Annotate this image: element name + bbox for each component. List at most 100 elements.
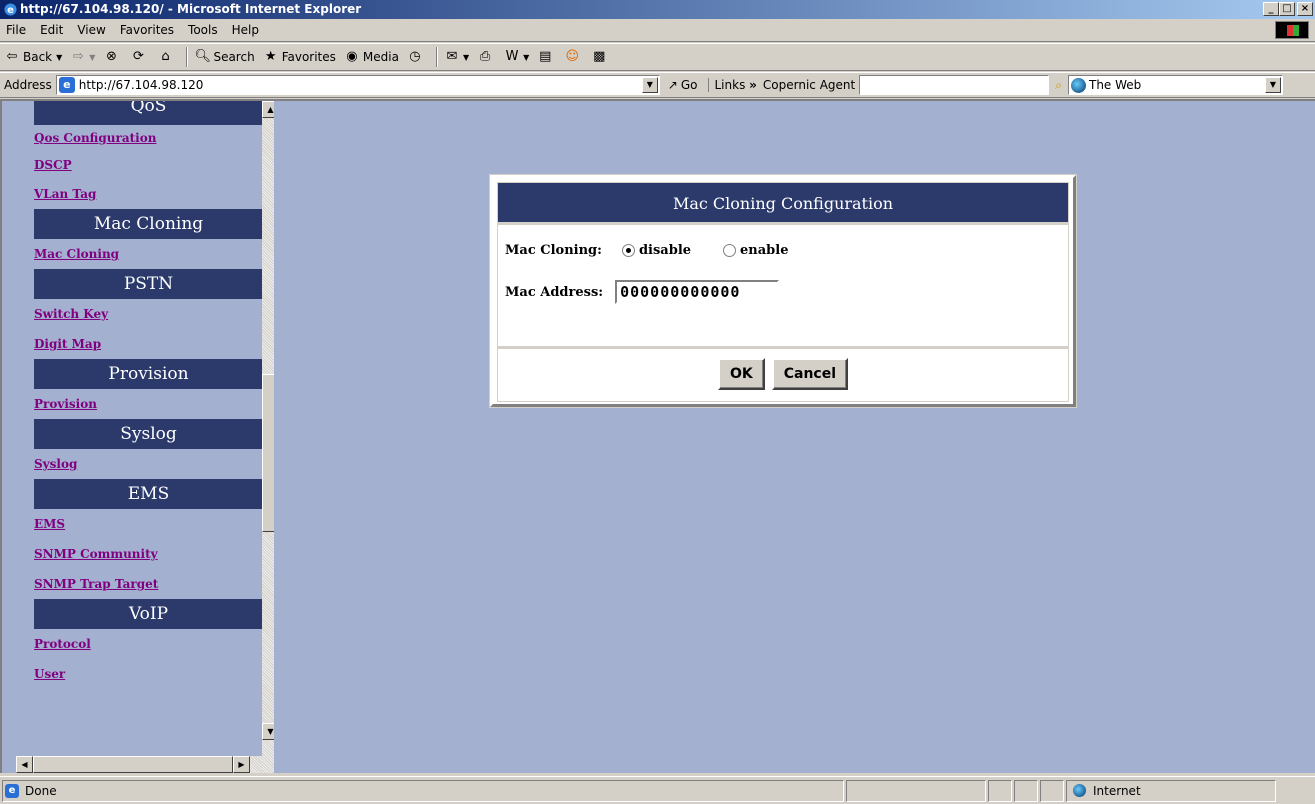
security-zone-panel: Internet [1066,779,1276,802]
menu-file[interactable]: File [6,23,26,37]
nav-section-mac-cloning: Mac Cloning [34,209,263,239]
nav-link-snmp-community[interactable]: SNMP Community [34,539,263,569]
chevron-down-icon: ▼ [523,52,530,62]
search-scope-dropdown-button[interactable]: ▼ [1264,77,1281,93]
scroll-up-button[interactable]: ▲ [262,101,274,118]
print-button[interactable]: ⎙ [477,49,496,65]
discuss-button[interactable]: ▤ [537,49,556,65]
mac-address-label: Mac Address: [505,284,604,300]
go-button[interactable]: ↗ Go [668,78,698,92]
nav-section-ems: EMS [34,479,263,509]
nav-link-protocol[interactable]: Protocol [34,629,263,659]
navigation-frame: QoS Qos Configuration DSCP VLan Tag Mac … [16,101,274,773]
chevron-down-icon: ▼ [56,52,63,62]
vertical-scroll-thumb[interactable] [262,374,274,532]
status-panel [988,779,1012,802]
panel-title: Mac Cloning Configuration [498,183,1068,225]
history-icon: ◷ [409,49,421,64]
nav-link-qos-configuration[interactable]: Qos Configuration [34,125,263,152]
mac-address-input[interactable]: 000000000000 [615,280,780,304]
standard-toolbar: ⇦ Back ▼ ⇨ ▼ ⊗ ⟳ ⌂ 🔍︎ Search ★ Favorites ◉ Med… [0,43,1315,71]
menu-favorites[interactable]: Favorites [120,23,174,37]
mac-cloning-label: Mac Cloning: [505,242,602,258]
address-dropdown-button[interactable]: ▼ [641,77,658,93]
nav-link-provision[interactable]: Provision [34,389,263,419]
document-icon: ▤ [539,49,552,64]
status-panel [1014,779,1038,802]
refresh-button[interactable]: ⟳ [130,49,149,65]
address-input[interactable]: e http://67.104.98.120 ▼ [55,75,660,95]
navigation-menu: QoS Qos Configuration DSCP VLan Tag Mac … [34,101,263,689]
mac-cloning-row: Mac Cloning: disable enable [505,239,1068,261]
enable-radio[interactable] [723,243,737,257]
nav-link-user[interactable]: User [34,659,263,689]
disable-radio[interactable] [621,243,635,257]
forward-button[interactable]: ⇨ ▼ [70,49,96,65]
history-button[interactable]: ◷ [407,49,426,65]
nav-link-ems[interactable]: EMS [34,509,263,539]
address-label: Address [4,78,52,92]
nav-link-snmp-trap-target[interactable]: SNMP Trap Target [34,569,263,599]
go-arrow-icon: ↗ [667,78,678,92]
messenger-icon: ☺ [565,49,580,64]
print-icon: ⎙ [479,49,491,64]
copernic-search-input[interactable] [859,75,1050,95]
research-button[interactable]: ▩ [591,49,610,65]
menu-help[interactable]: Help [232,23,259,37]
chevron-down-icon: ▼ [462,52,470,62]
back-button[interactable]: ⇦ Back ▼ [4,49,63,65]
enable-radio-label[interactable]: enable [740,243,788,258]
horizontal-scroll-thumb[interactable] [33,756,233,773]
status-bar: e Done Internet [0,776,1315,804]
vertical-scrollbar[interactable]: ▲ ▼ [262,101,274,773]
menu-tools[interactable]: Tools [188,23,218,37]
media-button[interactable]: ◉ Media [344,49,399,65]
cancel-button[interactable]: Cancel [771,358,849,390]
scroll-down-button[interactable]: ▼ [262,723,274,740]
svg-text:e: e [7,5,14,16]
browser-window: e http://67.104.98.120/ - Microsoft Inte… [0,0,1315,804]
toolbar-separator [186,47,189,67]
copernic-label: Copernic Agent [762,78,856,92]
mac-cloning-panel: Mac Cloning Configuration Mac Cloning: d… [490,175,1076,407]
nav-link-digit-map[interactable]: Digit Map [34,329,263,359]
media-icon: ◉ [346,49,358,64]
stop-button[interactable]: ⊗ [103,49,122,65]
menu-edit[interactable]: Edit [40,23,63,37]
page-icon: e [58,77,75,93]
home-icon: ⌂ [161,49,170,64]
scroll-left-button[interactable]: ◀ [16,756,33,773]
nav-link-syslog[interactable]: Syslog [34,449,263,479]
minimize-button[interactable]: _ [1263,2,1279,16]
ok-button[interactable]: OK [717,358,765,390]
nav-link-mac-cloning[interactable]: Mac Cloning [34,239,263,269]
edit-button[interactable]: W ▼ [504,49,530,65]
back-arrow-icon: ⇦ [6,49,18,64]
mail-button[interactable]: ✉ ▼ [444,49,470,65]
scroll-right-button[interactable]: ▶ [233,756,250,773]
globe-icon [1070,77,1086,93]
favorites-icon: ★ [264,49,277,64]
maximize-button[interactable]: □ [1279,2,1295,16]
disable-radio-label[interactable]: disable [639,243,691,258]
links-button[interactable]: Links » [707,78,757,92]
messenger-button[interactable]: ☺ [564,49,583,65]
window-title: http://67.104.98.120/ - Microsoft Intern… [20,2,362,16]
nav-link-dscp[interactable]: DSCP [34,152,263,179]
search-scope-select[interactable]: The Web ▼ [1067,75,1283,95]
favorites-button[interactable]: ★ Favorites [263,49,336,65]
close-button[interactable]: × [1297,2,1313,16]
home-button[interactable]: ⌂ [157,49,176,65]
menu-view[interactable]: View [77,23,105,37]
forward-arrow-icon: ⇨ [72,49,84,64]
research-icon: ▩ [593,49,606,64]
mac-address-row: Mac Address: 000000000000 [505,280,1068,304]
nav-link-vlan-tag[interactable]: VLan Tag [34,179,263,209]
address-url: http://67.104.98.120 [78,78,204,92]
search-scope-value: The Web [1088,78,1142,92]
magnifier-icon[interactable]: ⌕ [1055,78,1062,93]
search-button[interactable]: 🔍︎ Search [194,49,254,65]
title-bar[interactable]: e http://67.104.98.120/ - Microsoft Inte… [0,0,1315,19]
nav-link-switch-key[interactable]: Switch Key [34,299,263,329]
horizontal-scrollbar[interactable]: ◀ ▶ [16,756,262,773]
